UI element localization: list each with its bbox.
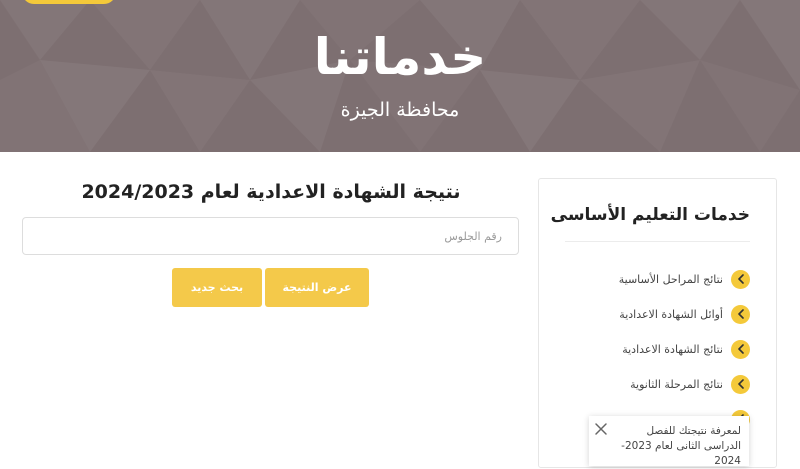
new-search-button[interactable]: بحث جديد [172, 268, 262, 307]
sidebar-item-label: نتائج المراحل الأساسية [618, 272, 723, 286]
chevron-left-icon [731, 339, 750, 359]
page-title: خدماتنا [313, 28, 487, 86]
seat-number-input[interactable] [22, 217, 519, 255]
sidebar-item-basic-stages-results[interactable]: نتائج المراحل الأساسية [619, 269, 750, 289]
sidebar-item-prep-top-students[interactable]: أوائل الشهادة الاعدادية [619, 304, 750, 324]
sidebar-item-secondary-results[interactable]: نتائج المرحلة الثانوية [630, 374, 750, 394]
close-icon[interactable] [593, 421, 609, 437]
sidebar-item-label: نتائج المرحلة الثانوية [630, 377, 723, 391]
page-subtitle: محافظة الجيزة [340, 99, 460, 121]
chevron-left-icon [731, 304, 750, 324]
toast-message: لمعرفة نتيجتك للفصل الدراسى الثانى لعام … [621, 425, 741, 467]
chevron-left-icon [731, 269, 750, 289]
sidebar-item-label: أوائل الشهادة الاعدادية [619, 307, 723, 321]
result-form-title: نتيجة الشهادة الاعدادية لعام 2024/2023 [81, 181, 461, 203]
show-result-button[interactable]: عرض النتيجة [265, 268, 369, 307]
sidebar-divider [565, 241, 750, 242]
result-notification-toast[interactable]: لمعرفة نتيجتك للفصل الدراسى الثانى لعام … [589, 416, 749, 467]
chevron-left-icon [731, 374, 750, 394]
hero-header: خدماتنا محافظة الجيزة [0, 0, 800, 152]
sidebar-title: خدمات التعليم الأساسى [550, 205, 750, 225]
top-pill-button[interactable] [22, 0, 116, 4]
sidebar-item-prep-results[interactable]: نتائج الشهادة الاعدادية [622, 339, 750, 359]
sidebar-item-label: نتائج الشهادة الاعدادية [622, 342, 723, 356]
